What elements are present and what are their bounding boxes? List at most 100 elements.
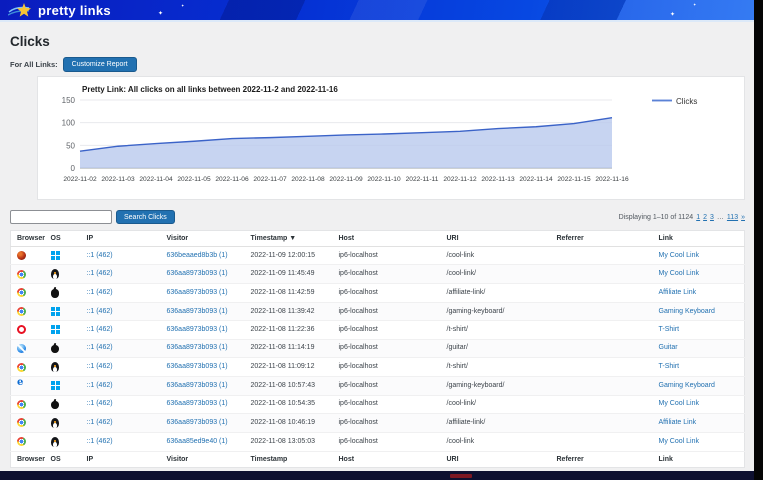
svg-text:2022-11-02: 2022-11-02 bbox=[63, 176, 97, 183]
svg-text:2022-11-11: 2022-11-11 bbox=[406, 176, 439, 183]
search-input[interactable] bbox=[10, 210, 112, 224]
ip-link[interactable]: ::1 (462) bbox=[87, 438, 113, 445]
column-header-ip: IP bbox=[81, 452, 161, 468]
column-header-os[interactable]: OS bbox=[45, 231, 81, 247]
cell-link: Affiliate Link bbox=[653, 284, 745, 303]
search-clicks-button[interactable]: Search Clicks bbox=[116, 210, 175, 224]
right-edge-bar bbox=[754, 0, 763, 480]
visitor-link[interactable]: 636aa8973b093 (1) bbox=[167, 344, 228, 351]
ip-link[interactable]: ::1 (462) bbox=[87, 326, 113, 333]
ip-link[interactable]: ::1 (462) bbox=[87, 289, 113, 296]
windows-os-icon bbox=[51, 251, 60, 260]
pretty-link[interactable]: My Cool Link bbox=[659, 438, 699, 445]
sparkle-icon bbox=[158, 11, 163, 17]
visitor-link[interactable]: 636aa8973b093 (1) bbox=[167, 363, 228, 370]
apple-os-icon bbox=[51, 401, 59, 410]
column-header-visitor[interactable]: Visitor bbox=[161, 231, 245, 247]
pretty-link[interactable]: Gaming Keyboard bbox=[659, 382, 715, 389]
ip-link[interactable]: ::1 (462) bbox=[87, 270, 113, 277]
column-header-browser[interactable]: Browser bbox=[11, 231, 45, 247]
firefox-browser-icon bbox=[17, 251, 26, 260]
cell-timestamp: 2022-11-09 12:00:15 bbox=[245, 247, 333, 265]
cell-browser bbox=[11, 395, 45, 414]
pretty-link[interactable]: Gaming Keyboard bbox=[659, 308, 715, 315]
customize-report-button[interactable]: Customize Report bbox=[63, 57, 137, 72]
cell-visitor: 636aa8973b093 (1) bbox=[161, 265, 245, 284]
visitor-link[interactable]: 636beaaed8b3b (1) bbox=[167, 252, 228, 259]
cell-uri: /guitar/ bbox=[441, 339, 551, 358]
pretty-link[interactable]: T-Shirt bbox=[659, 363, 680, 370]
table-row: ::1 (462)636aa8973b093 (1)2022-11-08 10:… bbox=[11, 414, 745, 433]
windows-os-icon bbox=[51, 381, 60, 390]
column-header-uri[interactable]: URI bbox=[441, 231, 551, 247]
column-header-os: OS bbox=[45, 452, 81, 468]
ip-link[interactable]: ::1 (462) bbox=[87, 400, 113, 407]
linux-os-icon bbox=[51, 362, 59, 372]
column-header-referrer[interactable]: Referrer bbox=[551, 231, 653, 247]
svg-text:2022-11-03: 2022-11-03 bbox=[101, 176, 135, 183]
cell-referrer bbox=[551, 265, 653, 284]
page-next-link[interactable]: » bbox=[741, 214, 745, 221]
svg-text:2022-11-15: 2022-11-15 bbox=[557, 176, 591, 183]
cell-host: ip6-localhost bbox=[333, 302, 441, 320]
page-2-link[interactable]: 2 bbox=[703, 214, 707, 221]
cell-browser bbox=[11, 284, 45, 303]
page-3-link[interactable]: 3 bbox=[710, 214, 714, 221]
cell-uri: /gaming-keyboard/ bbox=[441, 377, 551, 395]
cell-host: ip6-localhost bbox=[333, 377, 441, 395]
cell-link: My Cool Link bbox=[653, 395, 745, 414]
pretty-link[interactable]: My Cool Link bbox=[659, 270, 699, 277]
chrome-browser-icon bbox=[17, 270, 26, 279]
page-1-link[interactable]: 1 bbox=[696, 214, 700, 221]
cell-ip: ::1 (462) bbox=[81, 433, 161, 452]
visitor-link[interactable]: 636aa85ed9e40 (1) bbox=[167, 438, 228, 445]
cell-timestamp: 2022-11-08 11:39:42 bbox=[245, 302, 333, 320]
column-header-ip[interactable]: IP bbox=[81, 231, 161, 247]
pretty-link[interactable]: Affiliate Link bbox=[659, 419, 697, 426]
ip-link[interactable]: ::1 (462) bbox=[87, 344, 113, 351]
logo-text: pretty links bbox=[38, 3, 111, 18]
cell-host: ip6-localhost bbox=[333, 395, 441, 414]
page-last-link[interactable]: 113 bbox=[727, 214, 738, 221]
cell-os bbox=[45, 265, 81, 284]
cell-os bbox=[45, 433, 81, 452]
pretty-link[interactable]: Affiliate Link bbox=[659, 289, 697, 296]
visitor-link[interactable]: 636aa8973b093 (1) bbox=[167, 270, 228, 277]
cell-visitor: 636aa8973b093 (1) bbox=[161, 302, 245, 320]
cell-visitor: 636aa85ed9e40 (1) bbox=[161, 433, 245, 452]
visitor-link[interactable]: 636aa8973b093 (1) bbox=[167, 400, 228, 407]
cell-os bbox=[45, 414, 81, 433]
column-header-timestamp[interactable]: Timestamp ▼ bbox=[245, 231, 333, 247]
visitor-link[interactable]: 636aa8973b093 (1) bbox=[167, 308, 228, 315]
cell-host: ip6-localhost bbox=[333, 433, 441, 452]
cell-host: ip6-localhost bbox=[333, 339, 441, 358]
table-footer-header-row: BrowserOSIPVisitorTimestampHostURIReferr… bbox=[11, 452, 745, 468]
visitor-link[interactable]: 636aa8973b093 (1) bbox=[167, 419, 228, 426]
svg-text:2022-11-14: 2022-11-14 bbox=[519, 176, 553, 183]
table-row: ::1 (462)636aa8973b093 (1)2022-11-09 11:… bbox=[11, 265, 745, 284]
column-header-host[interactable]: Host bbox=[333, 231, 441, 247]
ip-link[interactable]: ::1 (462) bbox=[87, 363, 113, 370]
table-row: ::1 (462)636aa8973b093 (1)2022-11-08 11:… bbox=[11, 358, 745, 377]
ip-link[interactable]: ::1 (462) bbox=[87, 252, 113, 259]
column-header-link[interactable]: Link bbox=[653, 231, 745, 247]
linux-os-icon bbox=[51, 437, 59, 447]
pretty-link[interactable]: My Cool Link bbox=[659, 400, 699, 407]
ip-link[interactable]: ::1 (462) bbox=[87, 382, 113, 389]
cell-visitor: 636aa8973b093 (1) bbox=[161, 284, 245, 303]
ip-link[interactable]: ::1 (462) bbox=[87, 308, 113, 315]
pretty-link[interactable]: T-Shirt bbox=[659, 326, 680, 333]
visitor-link[interactable]: 636aa8973b093 (1) bbox=[167, 289, 228, 296]
visitor-link[interactable]: 636aa8973b093 (1) bbox=[167, 382, 228, 389]
pretty-link[interactable]: Guitar bbox=[659, 344, 678, 351]
cell-browser bbox=[11, 321, 45, 339]
sparkle-icon bbox=[181, 3, 184, 9]
chrome-browser-icon bbox=[17, 363, 26, 372]
visitor-link[interactable]: 636aa8973b093 (1) bbox=[167, 326, 228, 333]
pretty-link[interactable]: My Cool Link bbox=[659, 252, 699, 259]
cell-host: ip6-localhost bbox=[333, 321, 441, 339]
cell-visitor: 636aa8973b093 (1) bbox=[161, 414, 245, 433]
table-row: ::1 (462)636aa8973b093 (1)2022-11-08 10:… bbox=[11, 395, 745, 414]
column-header-uri: URI bbox=[441, 452, 551, 468]
ip-link[interactable]: ::1 (462) bbox=[87, 419, 113, 426]
